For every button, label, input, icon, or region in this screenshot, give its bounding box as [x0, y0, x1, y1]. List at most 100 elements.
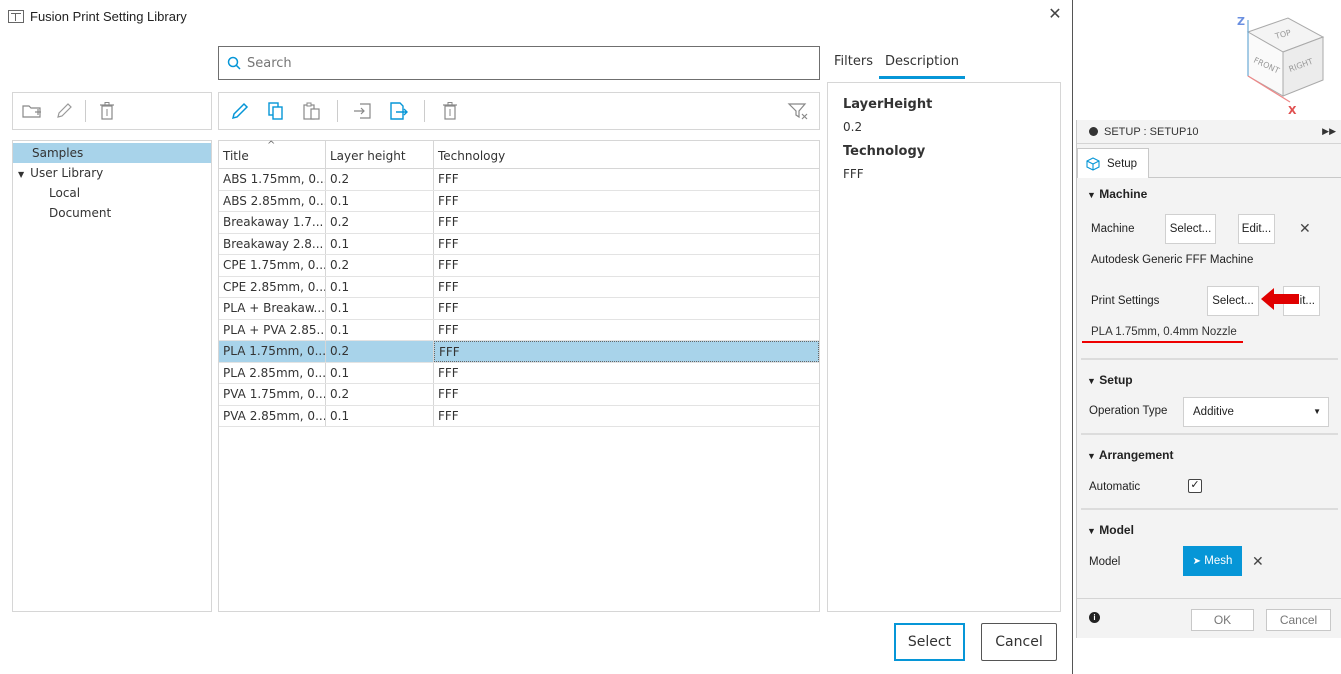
model-label: Model — [1089, 556, 1121, 568]
technology-value: FFF — [843, 167, 864, 181]
cell-title: CPE 2.85mm, 0... — [219, 276, 326, 297]
mesh-button[interactable]: ➤ Mesh — [1183, 546, 1242, 576]
tab-setup[interactable]: Setup — [1077, 148, 1149, 178]
automatic-checkbox[interactable]: ✓ — [1188, 479, 1202, 493]
cell-title: PLA 1.75mm, 0... — [219, 341, 326, 362]
cell-technology: FFF — [438, 172, 459, 186]
close-icon[interactable]: ✕ — [1046, 6, 1064, 24]
delete-trash-icon[interactable] — [439, 100, 461, 122]
automatic-label: Automatic — [1089, 481, 1141, 493]
delete-trash-icon[interactable] — [96, 100, 118, 122]
import-icon[interactable] — [352, 100, 374, 122]
grid-body: ABS 1.75mm, 0... 0.2 FFF ABS 2.85mm, 0... 0.… — [219, 169, 819, 427]
cursor-arrow-icon: ➤ — [1192, 556, 1202, 567]
window-divider — [1072, 0, 1073, 674]
machine-section-label: Machine — [1099, 187, 1148, 201]
table-row[interactable]: PLA + Breakaw... 0.1 FFF — [219, 298, 819, 320]
cell-layer-height: 0.1 — [326, 276, 434, 297]
mesh-button-label: Mesh — [1204, 555, 1233, 567]
table-row[interactable]: Breakaway 1.7... 0.2 FFF — [219, 212, 819, 234]
cell-technology: FFF — [438, 279, 459, 294]
grid-toolbar — [218, 92, 820, 130]
viewcube[interactable]: TOP FRONT RIGHT Z X — [1228, 12, 1334, 116]
section-divider — [1081, 358, 1338, 360]
cell-layer-height: 0.1 — [326, 362, 434, 383]
rename-pencil-icon[interactable] — [53, 100, 75, 122]
cancel-button[interactable]: Cancel — [981, 623, 1057, 661]
table-row[interactable]: ABS 2.85mm, 0... 0.1 FFF — [219, 190, 819, 212]
print-settings-value: PLA 1.75mm, 0.4mm Nozzle — [1091, 326, 1237, 338]
machine-select-button[interactable]: Select... — [1165, 214, 1216, 244]
description-panel: LayerHeight 0.2 Technology FFF — [827, 82, 1061, 612]
machine-edit-button[interactable]: Edit... — [1238, 214, 1275, 244]
tab-underline — [1148, 177, 1341, 178]
cell-layer-height: 0.2 — [326, 384, 434, 405]
select-button[interactable]: Select — [894, 623, 965, 661]
cell-technology: FFF — [438, 322, 459, 337]
ok-button[interactable]: OK — [1191, 609, 1254, 631]
table-row[interactable]: PLA + PVA 2.85... 0.1 FFF — [219, 319, 819, 341]
expand-arrows-icon[interactable]: ▶▶ — [1322, 126, 1336, 137]
toolbar-divider — [337, 100, 338, 122]
table-row[interactable]: PLA 2.85mm, 0... 0.1 FFF — [219, 362, 819, 384]
table-row[interactable]: Breakaway 2.8... 0.1 FFF — [219, 233, 819, 255]
setup-panel: SETUP : SETUP10 ▶▶ Setup ▼ Machine Machi… — [1076, 120, 1341, 638]
copy-icon[interactable] — [265, 100, 287, 122]
expand-triangle-icon[interactable]: ▼ — [18, 170, 24, 179]
print-settings-select-button[interactable]: Select... — [1207, 286, 1259, 316]
table-row[interactable]: PLA 1.75mm, 0... 0.2 FFF — [219, 341, 819, 363]
arrangement-section[interactable]: ▼ Arrangement — [1087, 448, 1174, 462]
edit-pencil-icon[interactable] — [229, 100, 251, 122]
machine-name: Autodesk Generic FFF Machine — [1091, 254, 1254, 266]
clear-filter-icon[interactable] — [787, 100, 809, 122]
table-row[interactable]: PVA 2.85mm, 0... 0.1 FFF — [219, 405, 819, 427]
cell-layer-height: 0.1 — [326, 190, 434, 211]
tree-item-user-library[interactable]: ▼ User Library — [13, 163, 211, 183]
machine-label: Machine — [1091, 223, 1135, 235]
cell-layer-height: 0.1 — [326, 319, 434, 340]
x-axis-label: X — [1288, 104, 1297, 116]
grid-header: ^ Title Layer height Technology — [219, 141, 819, 169]
cell-technology: FFF — [438, 236, 459, 251]
paste-icon[interactable] — [301, 100, 323, 122]
export-icon[interactable] — [388, 100, 410, 122]
cell-technology: FFF — [438, 215, 459, 229]
setup-cube-icon — [1086, 156, 1100, 171]
table-row[interactable]: CPE 2.85mm, 0... 0.1 FFF — [219, 276, 819, 298]
tree-item-local[interactable]: Local — [13, 183, 211, 203]
tree-item-label: User Library — [30, 166, 104, 180]
search-box[interactable] — [218, 46, 820, 80]
dialog-title-text: Fusion Print Setting Library — [30, 9, 187, 24]
cell-title: CPE 1.75mm, 0... — [219, 255, 326, 276]
tab-description[interactable]: Description — [878, 54, 966, 79]
footer-divider — [1077, 598, 1341, 599]
cell-technology: FFF — [438, 258, 459, 272]
collapse-triangle-icon: ▼ — [1087, 451, 1096, 461]
tree-item-document[interactable]: Document — [13, 203, 211, 223]
panel-title: SETUP : SETUP10 — [1104, 125, 1199, 138]
column-header-layer-height[interactable]: Layer height — [326, 141, 434, 168]
setup-section-label: Setup — [1099, 373, 1133, 387]
panel-cancel-button[interactable]: Cancel — [1266, 609, 1331, 631]
tab-filters[interactable]: Filters — [828, 54, 879, 79]
cell-layer-height: 0.2 — [326, 255, 434, 276]
operation-type-dropdown[interactable]: Additive ▼ — [1183, 397, 1329, 427]
model-clear-icon[interactable]: ✕ — [1252, 553, 1264, 570]
table-row[interactable]: CPE 1.75mm, 0... 0.2 FFF — [219, 255, 819, 277]
stop-icon[interactable] — [1089, 127, 1098, 136]
new-folder-icon[interactable] — [21, 100, 43, 122]
machine-section[interactable]: ▼ Machine — [1087, 187, 1147, 201]
info-icon[interactable]: i — [1089, 612, 1100, 623]
machine-clear-icon[interactable]: ✕ — [1299, 220, 1311, 237]
table-row[interactable]: ABS 1.75mm, 0... 0.2 FFF — [219, 169, 819, 191]
panel-header: SETUP : SETUP10 ▶▶ — [1077, 120, 1341, 144]
model-section[interactable]: ▼ Model — [1087, 523, 1134, 537]
cell-layer-height: 0.1 — [326, 298, 434, 319]
toolbar-divider — [424, 100, 425, 122]
table-row[interactable]: PVA 1.75mm, 0... 0.2 FFF — [219, 384, 819, 406]
column-header-technology[interactable]: Technology — [434, 141, 819, 168]
setup-section[interactable]: ▼ Setup — [1087, 373, 1133, 387]
tree-item-samples[interactable]: Samples — [13, 143, 211, 163]
search-input[interactable] — [247, 55, 787, 71]
dialog-title: Fusion Print Setting Library — [8, 9, 187, 24]
